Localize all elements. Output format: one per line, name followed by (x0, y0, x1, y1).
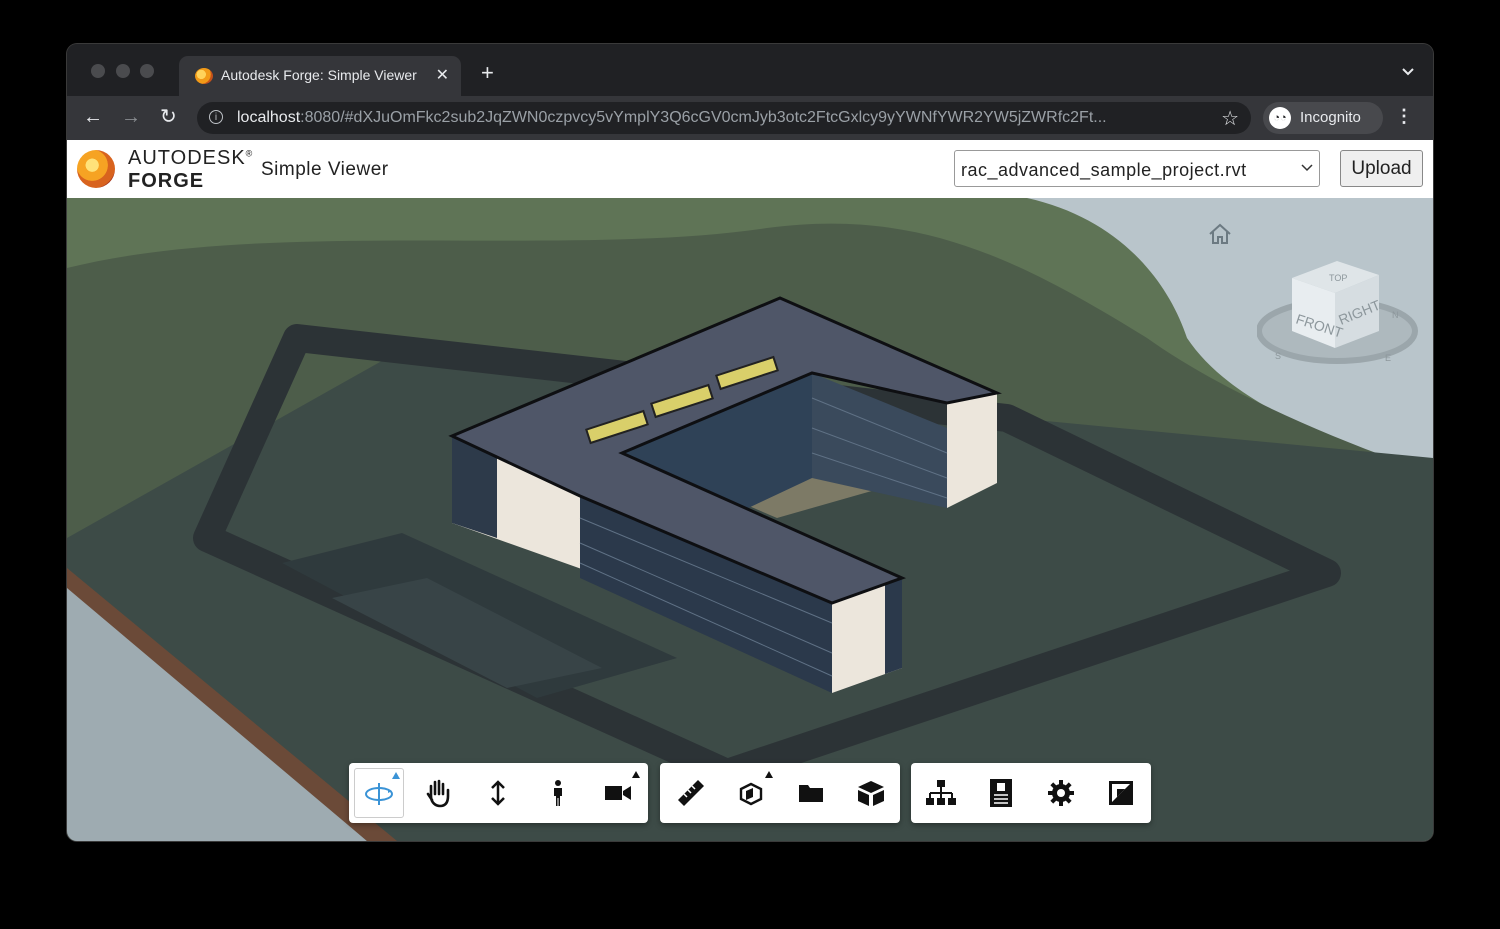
back-button[interactable]: ← (83, 106, 103, 128)
pan-button[interactable] (413, 768, 463, 818)
first-person-button[interactable] (533, 768, 583, 818)
view-cube[interactable]: TOP FRONT RIGHT S E N (1257, 253, 1427, 373)
cube-icon (858, 781, 884, 806)
compass-east-label: E (1385, 353, 1391, 363)
zoom-button[interactable] (473, 768, 523, 818)
measure-icon (678, 780, 704, 806)
navigation-toolbar (349, 763, 648, 823)
orbit-icon (365, 783, 393, 805)
logo-forge-text: FORGE (128, 170, 205, 192)
upload-button[interactable]: Upload (1340, 150, 1423, 187)
model-select-dropdown[interactable]: rac_advanced_sample_project.rvt (954, 150, 1320, 187)
fullscreen-icon (1109, 781, 1133, 805)
compass-south-label: S (1275, 351, 1281, 361)
camera-menu-indicator (632, 771, 640, 778)
close-window-button[interactable] (91, 64, 105, 78)
new-tab-button[interactable]: + (481, 62, 494, 84)
modeling-toolbar (660, 763, 900, 823)
browser-menu-button[interactable]: ⋮ (1395, 106, 1413, 127)
tab-active[interactable]: Autodesk Forge: Simple Viewer ✕ (179, 56, 461, 96)
measure-button[interactable] (666, 768, 716, 818)
forge-favicon-icon (195, 68, 213, 84)
model-scene[interactable] (67, 198, 1433, 841)
url-text[interactable]: localhost:8080/#dXJuOmFkc2sub2JqZWN0czpv… (237, 109, 1207, 127)
model-selected-value: rac_advanced_sample_project.rvt (961, 160, 1247, 180)
browser-window: Autodesk Forge: Simple Viewer ✕ + ← → ↻ … (67, 44, 1433, 841)
zoom-icon (491, 780, 505, 806)
page-title: Simple Viewer (261, 159, 389, 180)
orbit-button[interactable] (354, 768, 404, 818)
home-view-icon[interactable] (1207, 222, 1233, 246)
tab-close-icon[interactable]: ✕ (436, 65, 449, 85)
incognito-icon: ◔◔ (1269, 107, 1291, 129)
camera-icon (605, 786, 631, 800)
fullscreen-button[interactable] (1096, 768, 1146, 818)
forward-button[interactable]: → (121, 106, 141, 128)
bookmark-star-icon[interactable]: ☆ (1221, 106, 1239, 131)
properties-button[interactable] (976, 768, 1026, 818)
camera-button[interactable] (593, 768, 643, 818)
compass-north-label: N (1392, 310, 1399, 320)
incognito-profile-button[interactable]: ◔◔ Incognito (1263, 102, 1383, 134)
viewcube-top-label[interactable]: TOP (1329, 273, 1347, 283)
settings-button[interactable] (1036, 768, 1086, 818)
first-person-icon (554, 780, 562, 806)
viewer-canvas[interactable]: TOP FRONT RIGHT S E N (67, 198, 1433, 841)
folder-icon (799, 785, 823, 802)
site-info-icon[interactable]: i (209, 110, 223, 124)
settings-toolbar (911, 763, 1151, 823)
model-button[interactable] (846, 768, 896, 818)
pan-icon (426, 779, 450, 808)
browser-toolbar: ← → ↻ i localhost:8080/#dXJuOmFkc2sub2Jq… (67, 96, 1433, 140)
tab-title: Autodesk Forge: Simple Viewer (221, 67, 417, 83)
model-browser-icon (926, 780, 956, 805)
section-icon (739, 782, 763, 806)
tab-strip: Autodesk Forge: Simple Viewer ✕ + (67, 44, 1433, 96)
minimize-window-button[interactable] (116, 64, 130, 78)
properties-icon (990, 779, 1012, 807)
explode-button[interactable] (786, 768, 836, 818)
model-browser-button[interactable] (916, 768, 966, 818)
settings-icon (1048, 780, 1074, 806)
forge-logo-icon (77, 150, 115, 188)
address-bar[interactable]: i localhost:8080/#dXJuOmFkc2sub2JqZWN0cz… (197, 102, 1251, 134)
maximize-window-button[interactable] (140, 64, 154, 78)
incognito-label: Incognito (1300, 109, 1361, 126)
reload-button[interactable]: ↻ (160, 106, 177, 128)
orbit-menu-indicator (392, 772, 400, 779)
chevron-down-icon (1301, 161, 1313, 175)
tab-search-button[interactable] (1401, 64, 1415, 80)
section-button[interactable] (726, 768, 776, 818)
section-menu-indicator (765, 771, 773, 778)
app-header: AUTODESK® FORGE Simple Viewer rac_advanc… (67, 140, 1433, 198)
logo-autodesk-text: AUTODESK® (128, 147, 254, 169)
